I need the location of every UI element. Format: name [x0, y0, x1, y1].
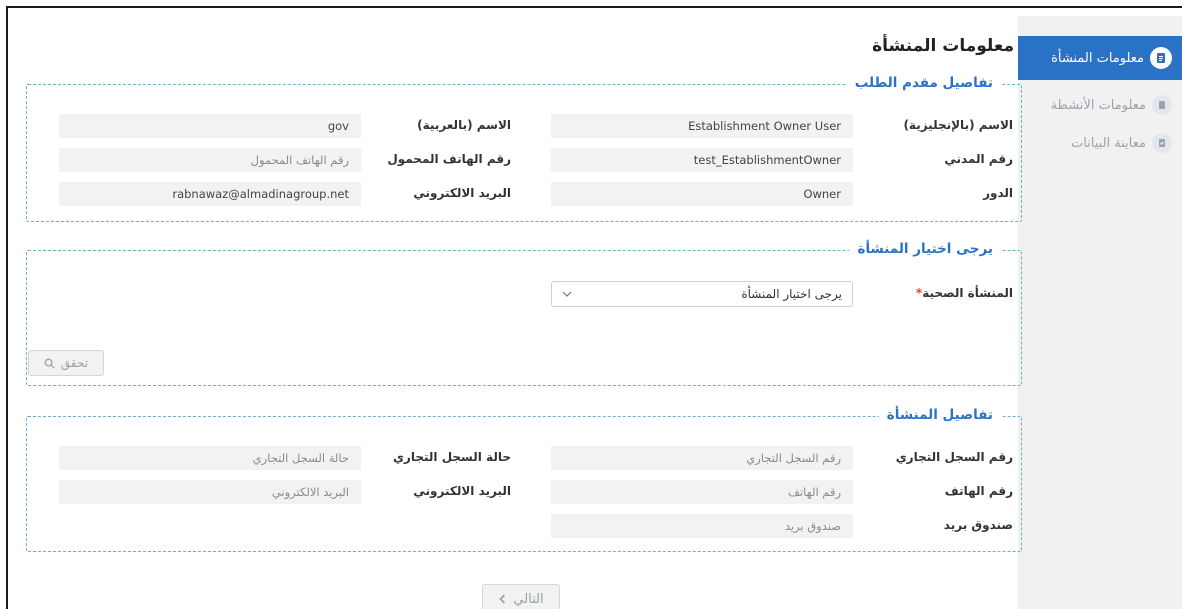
sidebar-item-data-preview[interactable]: معاينة البيانات	[1018, 124, 1182, 162]
clipboard-check-icon	[1152, 133, 1172, 153]
applicant-details-section: تفاصيل مقدم الطلب الاسم (بالإنجليزية) Es…	[26, 75, 1022, 222]
facility-select[interactable]: يرجى اختيار المنشأة	[551, 281, 853, 307]
name-ar-label: الاسم (بالعربية)	[417, 118, 511, 132]
app-frame: معلومات المنشأة معلومات الأنشطة معاينة ا…	[6, 6, 1182, 609]
sidebar-item-activities-info[interactable]: معلومات الأنشطة	[1018, 86, 1182, 124]
health-facility-label: *المنشأة الصحية	[915, 286, 1013, 300]
name-ar-field[interactable]: gov	[59, 114, 361, 138]
verify-label: تحقق	[60, 356, 89, 370]
document-icon	[1150, 47, 1172, 69]
establishment-email-label: البريد الالكتروني	[413, 484, 511, 498]
name-en-field[interactable]: Establishment Owner User	[551, 114, 853, 138]
clipboard-icon	[1152, 95, 1172, 115]
role-label: الدور	[983, 186, 1013, 200]
page-title: معلومات المنشأة	[872, 36, 1014, 56]
mobile-label: رقم الهاتف المحمول	[387, 152, 511, 166]
mobile-field[interactable]: رقم الهاتف المحمول	[59, 148, 361, 172]
cr-status-field[interactable]: حالة السجل التجاري	[59, 446, 361, 470]
facility-select-value: يرجى اختيار المنشأة	[741, 287, 842, 301]
phone-field[interactable]: رقم الهاتف	[551, 480, 853, 504]
section-legend: يرجى اختيار المنشأة	[849, 241, 1001, 257]
po-box-label: صندوق بريد	[943, 518, 1013, 532]
role-field[interactable]: Owner	[551, 182, 853, 206]
establishment-email-field[interactable]: البريد الالكتروني	[59, 480, 361, 504]
email-label: البريد الالكتروني	[413, 186, 511, 200]
verify-button[interactable]: تحقق	[28, 350, 104, 376]
name-en-label: الاسم (بالإنجليزية)	[903, 118, 1013, 132]
section-legend: تفاصيل المنشأة	[878, 407, 1001, 423]
chevron-down-icon	[562, 291, 572, 297]
next-label: التالي	[513, 591, 544, 607]
section-legend: تفاصيل مقدم الطلب	[846, 75, 1001, 91]
email-field[interactable]: rabnawaz@almadinagroup.net	[59, 182, 361, 206]
civil-id-label: رقم المدني	[944, 152, 1013, 166]
civil-id-field[interactable]: test_EstablishmentOwner	[551, 148, 853, 172]
sidebar-item-label: معاينة البيانات	[1070, 135, 1146, 151]
sidebar-item-establishment-info[interactable]: معلومات المنشأة	[1018, 36, 1182, 80]
po-box-field[interactable]: صندوق بريد	[551, 514, 853, 538]
cr-number-label: رقم السجل التجاري	[895, 450, 1013, 464]
establishment-details-section: تفاصيل المنشأة رقم السجل التجاري رقم الس…	[26, 407, 1022, 552]
sidebar: معلومات المنشأة معلومات الأنشطة معاينة ا…	[1018, 16, 1182, 609]
choose-establishment-section: يرجى اختيار المنشأة *المنشأة الصحية يرجى…	[26, 241, 1022, 386]
sidebar-item-label: معلومات المنشأة	[1051, 50, 1144, 66]
cr-status-label: حالة السجل التجاري	[392, 450, 511, 464]
chevron-left-icon	[499, 594, 506, 604]
sidebar-item-label: معلومات الأنشطة	[1050, 97, 1146, 113]
next-button[interactable]: التالي	[482, 584, 560, 609]
main-content: معلومات المنشأة تفاصيل مقدم الطلب الاسم …	[16, 16, 1026, 609]
search-icon	[44, 358, 55, 369]
cr-number-field[interactable]: رقم السجل التجاري	[551, 446, 853, 470]
phone-label: رقم الهاتف	[944, 484, 1013, 498]
